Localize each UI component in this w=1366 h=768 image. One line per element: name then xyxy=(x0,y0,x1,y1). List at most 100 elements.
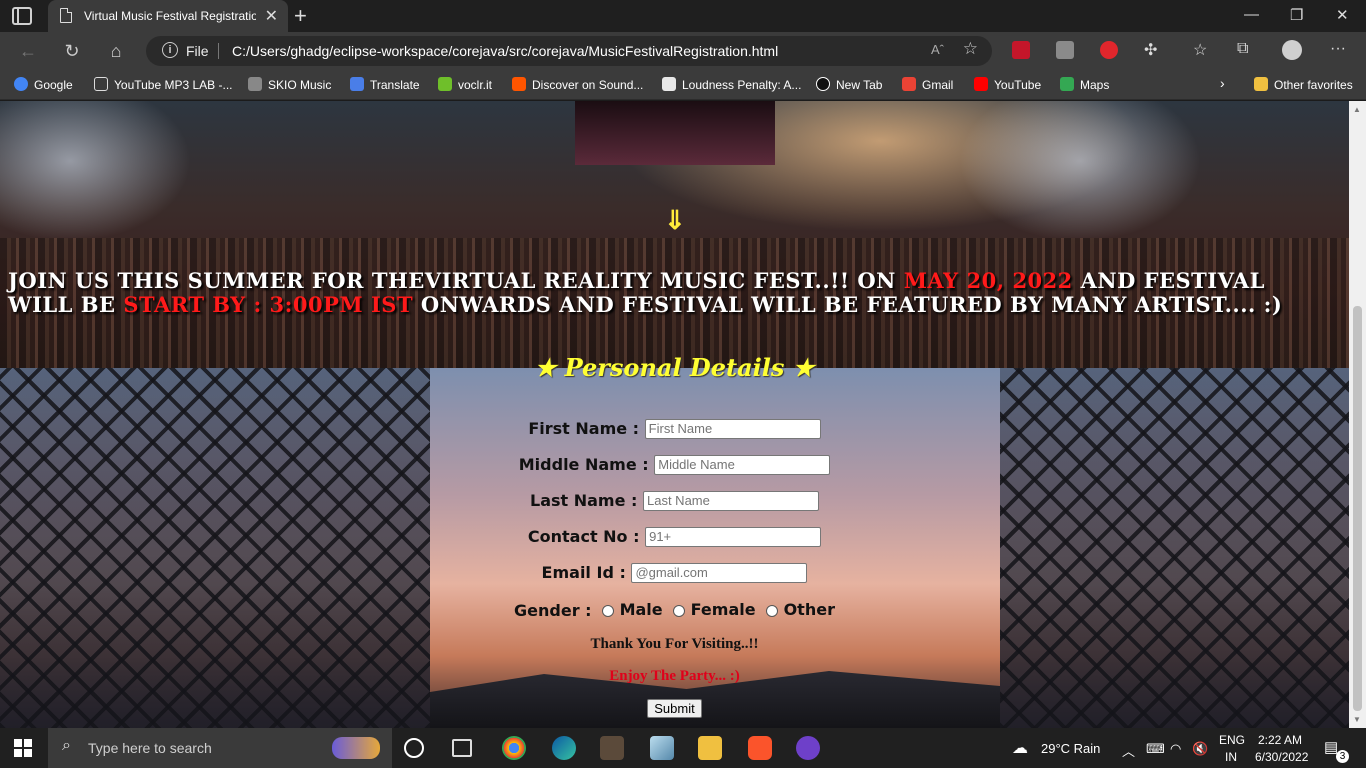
close-window-icon[interactable]: ✕ xyxy=(1336,6,1349,24)
read-aloud-icon[interactable]: Aˆ xyxy=(931,42,944,57)
brave-icon[interactable] xyxy=(748,736,772,760)
google-icon xyxy=(14,77,28,91)
back-icon[interactable]: ← xyxy=(16,39,40,63)
bookmark-translate[interactable]: Translate xyxy=(350,77,420,92)
add-favorite-icon[interactable]: ☆ xyxy=(963,39,978,59)
contact-label: Contact No : xyxy=(527,527,640,546)
scrollbar-thumb[interactable] xyxy=(1353,306,1362,711)
notes-icon[interactable] xyxy=(650,736,674,760)
vertical-scrollbar[interactable]: ▲ ▼ xyxy=(1349,101,1366,728)
gmail-icon xyxy=(902,77,916,91)
first-name-label: First Name : xyxy=(528,419,640,438)
other-radio[interactable] xyxy=(765,604,778,617)
collections-icon[interactable]: ⧉ xyxy=(1237,40,1248,58)
wifi-icon[interactable]: ◠ xyxy=(1170,741,1181,757)
contact-row: Contact No : xyxy=(0,526,1349,547)
bookmark-loudness-penalty[interactable]: Loudness Penalty: A... xyxy=(662,77,801,92)
page-icon xyxy=(60,8,72,23)
translate-icon xyxy=(350,77,364,91)
refresh-icon[interactable]: ↻ xyxy=(60,39,84,63)
other-favorites[interactable]: Other favorites xyxy=(1254,77,1353,92)
close-tab-icon[interactable]: ✕ xyxy=(265,6,278,26)
cortana-icon[interactable] xyxy=(404,738,424,758)
home-icon[interactable]: ⌂ xyxy=(104,39,128,63)
windows-start-icon[interactable] xyxy=(14,739,32,757)
start-time: start By : 3:00PM IST xyxy=(123,292,414,317)
clock-time[interactable]: 2:22 AM xyxy=(1258,733,1302,747)
female-radio[interactable] xyxy=(672,604,685,617)
chevron-right-icon[interactable]: › xyxy=(1220,75,1225,91)
info-icon[interactable]: i xyxy=(162,42,178,58)
gender-label: Gender : xyxy=(514,601,592,620)
soundcloud-icon xyxy=(512,77,526,91)
scroll-down-icon[interactable]: ▼ xyxy=(1353,715,1361,724)
first-name-input[interactable] xyxy=(644,418,821,439)
extensions-icon[interactable]: ✣ xyxy=(1144,40,1157,60)
bookmark-skio-music[interactable]: SKIO Music xyxy=(248,77,331,92)
email-input[interactable] xyxy=(631,562,808,583)
male-radio[interactable] xyxy=(601,604,614,617)
last-name-label: Last Name : xyxy=(530,491,638,510)
adblock-plus-icon[interactable] xyxy=(1100,41,1118,59)
festival-date: May 20, 2022 xyxy=(903,268,1073,293)
github-desktop-icon[interactable] xyxy=(796,736,820,760)
new-tab-icon[interactable]: + xyxy=(294,3,307,29)
female-label: Female xyxy=(690,600,756,619)
email-row: Email Id : xyxy=(0,562,1349,583)
last-name-input[interactable] xyxy=(643,490,819,511)
tab-actions-icon[interactable] xyxy=(12,7,32,25)
search-icon: ⌕ xyxy=(62,737,71,754)
extension-image-icon[interactable] xyxy=(1056,41,1074,59)
bookmark-soundcloud[interactable]: Discover on Sound... xyxy=(512,77,643,92)
language-top[interactable]: ENG xyxy=(1219,733,1245,747)
middle-name-input[interactable] xyxy=(654,454,831,475)
maps-icon xyxy=(1060,77,1074,91)
eclipse-game-icon[interactable] xyxy=(600,736,624,760)
language-bottom[interactable]: IN xyxy=(1225,750,1237,764)
favorites-icon[interactable]: ☆ xyxy=(1193,40,1207,60)
bookmark-new-tab[interactable]: New Tab xyxy=(816,77,882,92)
bookmark-gmail[interactable]: Gmail xyxy=(902,77,953,92)
volume-muted-icon[interactable]: 🔇 xyxy=(1192,741,1208,757)
thanks-row: Thank You For Visiting..!! xyxy=(0,633,1349,653)
page-icon xyxy=(94,77,108,91)
address-bar-row: ← ↻ ⌂ i File C:/Users/ghadg/eclipse-work… xyxy=(0,32,1366,70)
edge-icon[interactable] xyxy=(552,736,576,760)
submit-button[interactable]: Submit xyxy=(647,699,702,718)
extension-shield-icon[interactable] xyxy=(1012,41,1030,59)
submit-row: Submit xyxy=(0,698,1349,718)
bookmark-youtube-mp3[interactable]: YouTube MP3 LAB -... xyxy=(94,77,233,92)
chevron-up-icon[interactable]: ︿ xyxy=(1122,741,1135,760)
keyboard-icon[interactable]: ⌨ xyxy=(1146,741,1165,757)
taskbar-search[interactable]: ⌕ Type here to search xyxy=(48,728,392,768)
more-menu-icon[interactable]: ··· xyxy=(1330,40,1346,58)
url-text[interactable]: C:/Users/ghadg/eclipse-workspace/corejav… xyxy=(232,43,778,59)
middle-name-row: Middle Name : xyxy=(0,454,1349,475)
voclr-icon xyxy=(438,77,452,91)
restore-icon[interactable]: ❐ xyxy=(1290,6,1303,24)
weather-text[interactable]: 29°C Rain xyxy=(1041,741,1100,756)
bookmark-google[interactable]: Google xyxy=(14,77,73,92)
first-name-row: First Name : xyxy=(0,418,1349,439)
minimize-icon[interactable]: — xyxy=(1244,6,1259,23)
file-explorer-icon[interactable] xyxy=(698,736,722,760)
bookmark-youtube[interactable]: YouTube xyxy=(974,77,1041,92)
task-view-icon[interactable] xyxy=(452,739,472,757)
clock-date[interactable]: 6/30/2022 xyxy=(1255,750,1308,764)
middle-name-label: Middle Name : xyxy=(518,455,649,474)
down-arrow-icon: ⇓ xyxy=(664,205,686,235)
profile-avatar[interactable] xyxy=(1282,40,1302,60)
active-tab[interactable]: Virtual Music Festival Registration ✕ xyxy=(48,0,288,32)
bookmark-voclr[interactable]: voclr.it xyxy=(438,77,492,92)
contact-input[interactable] xyxy=(645,526,822,547)
bookmark-maps[interactable]: Maps xyxy=(1060,77,1109,92)
festival-announcement: Join us this summer for theVirtual Reali… xyxy=(8,269,1328,317)
chrome-icon[interactable] xyxy=(502,736,526,760)
other-label: Other xyxy=(783,600,835,619)
tab-bar: Virtual Music Festival Registration ✕ + … xyxy=(0,0,1366,32)
scroll-up-icon[interactable]: ▲ xyxy=(1353,105,1361,114)
male-label: Male xyxy=(619,600,663,619)
concert-thumbnail xyxy=(575,101,775,165)
last-name-row: Last Name : xyxy=(0,490,1349,511)
address-bar[interactable]: i File C:/Users/ghadg/eclipse-workspace/… xyxy=(146,36,992,66)
